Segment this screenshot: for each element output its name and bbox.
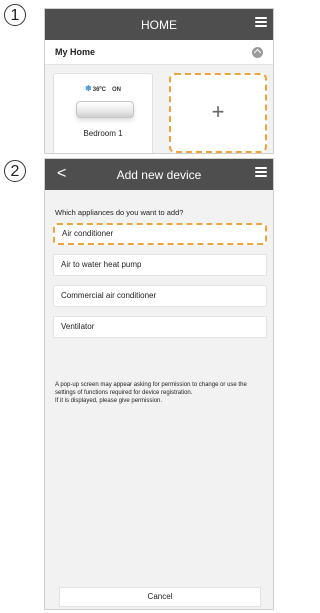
option-commercial-air-conditioner[interactable]: Commercial air conditioner: [53, 285, 267, 307]
device-status: ❄36ºC ON: [54, 84, 152, 93]
option-air-conditioner[interactable]: Air conditioner: [53, 223, 267, 245]
add-device-header: < Add new device: [45, 159, 273, 190]
option-ventilator[interactable]: Ventilator: [53, 316, 267, 338]
device-temperature: 36ºC: [92, 87, 106, 93]
home-screen: HOME My Home ❄36ºC ON Bedroom 1 +: [44, 8, 274, 154]
device-power-state: ON: [111, 87, 121, 93]
permission-info-note: If it is displayed, please give permissi…: [55, 398, 163, 404]
option-air-to-water-heat-pump[interactable]: Air to water heat pump: [53, 254, 267, 276]
menu-icon[interactable]: [255, 167, 267, 178]
device-card-bedroom-1[interactable]: ❄36ºC ON Bedroom 1: [53, 73, 153, 153]
appliance-question: Which appliances do you want to add?: [55, 208, 184, 217]
home-name: My Home: [55, 47, 96, 57]
step-1-marker: 1: [4, 4, 26, 26]
permission-info-text: A pop-up screen may appear asking for pe…: [55, 382, 247, 396]
home-title: HOME: [141, 17, 177, 32]
device-name: Bedroom 1: [83, 129, 123, 138]
air-conditioner-icon: [76, 101, 134, 118]
back-button[interactable]: <: [57, 165, 66, 183]
add-device-button[interactable]: +: [169, 73, 267, 153]
step-2-marker: 2: [4, 160, 26, 182]
collapse-icon[interactable]: [252, 46, 263, 58]
cancel-button[interactable]: Cancel: [59, 587, 261, 607]
snowflake-icon: ❄: [85, 84, 92, 93]
add-device-title: Add new device: [116, 167, 202, 182]
add-device-screen: < Add new device Which appliances do you…: [44, 158, 274, 610]
permission-info: A pop-up screen may appear asking for pe…: [55, 381, 267, 405]
menu-icon[interactable]: [255, 17, 267, 28]
home-header: HOME: [45, 9, 273, 40]
home-selector[interactable]: My Home: [45, 40, 273, 65]
